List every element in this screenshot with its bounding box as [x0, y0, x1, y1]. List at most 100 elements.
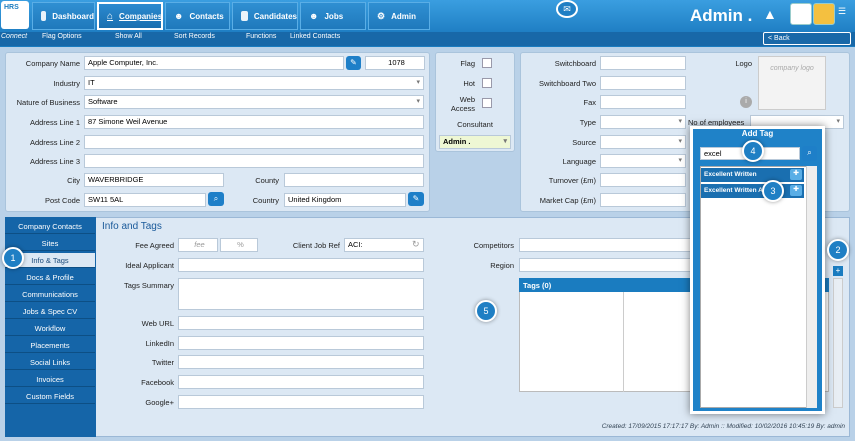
- company-name-input[interactable]: Apple Computer, Inc.: [84, 56, 344, 70]
- marketcap-label: Market Cap (£m): [539, 196, 596, 205]
- company-logo-placeholder[interactable]: company logo: [758, 56, 826, 110]
- tag-search-icon[interactable]: ⌕: [802, 146, 817, 161]
- language-select[interactable]: [600, 154, 686, 168]
- addr2-input[interactable]: [84, 135, 424, 149]
- info-icon[interactable]: i: [740, 96, 752, 108]
- company-id-field: 1078: [365, 56, 425, 70]
- app-logo[interactable]: HRS: [1, 1, 29, 29]
- show-all-link[interactable]: Show All: [115, 33, 142, 40]
- jobs-icon: ☻: [309, 11, 319, 21]
- refresh-icon[interactable]: ↻: [412, 239, 420, 250]
- industry-label: Industry: [53, 79, 80, 88]
- nav-dashboard[interactable]: Dashboard: [32, 2, 95, 30]
- edit-country-icon[interactable]: ✎: [408, 192, 424, 206]
- tab-communications[interactable]: Communications: [5, 287, 95, 302]
- tab-workflow[interactable]: Workflow: [5, 321, 95, 336]
- flag-checkbox[interactable]: [482, 58, 492, 68]
- tab-placements[interactable]: Placements: [5, 338, 95, 353]
- mail-icon[interactable]: ✉: [556, 0, 578, 18]
- addr3-input[interactable]: [84, 154, 424, 168]
- sort-records-link[interactable]: Sort Records: [174, 33, 215, 40]
- turnover-label: Turnover (£m): [548, 176, 596, 185]
- edit-icon[interactable]: ✎: [346, 56, 361, 70]
- calendar-icon[interactable]: [790, 3, 812, 25]
- fax-input[interactable]: [600, 95, 686, 109]
- bell-icon[interactable]: ▲: [763, 6, 777, 22]
- flag-label: Flag: [460, 59, 475, 68]
- nav-jobs[interactable]: ☻ Jobs: [300, 2, 366, 30]
- addr1-label: Address Line 1: [29, 118, 80, 127]
- source-select[interactable]: [600, 135, 686, 149]
- tab-company-contacts[interactable]: Company Contacts: [5, 219, 95, 234]
- functions-link[interactable]: Functions: [246, 33, 276, 40]
- client-job-ref-label: Client Job Ref: [292, 241, 340, 250]
- industry-select[interactable]: IT: [84, 76, 424, 90]
- tab-social-links[interactable]: Social Links: [5, 355, 95, 370]
- web-access-label: Web Access: [450, 95, 475, 113]
- type-select[interactable]: [600, 115, 686, 129]
- tab-custom-fields[interactable]: Custom Fields: [5, 389, 95, 404]
- side-scrollbar[interactable]: [833, 278, 843, 408]
- tags-summary-textarea[interactable]: [178, 278, 424, 310]
- switchboard2-input[interactable]: [600, 76, 686, 90]
- gear-icon: ⚙: [377, 10, 386, 21]
- tag-results-scrollbar[interactable]: [806, 166, 817, 408]
- nav-admin[interactable]: ⚙ Admin: [368, 2, 430, 30]
- avatar[interactable]: [813, 3, 835, 25]
- ideal-applicant-input[interactable]: [178, 258, 424, 272]
- marketcap-input[interactable]: [600, 193, 686, 207]
- city-input[interactable]: WAVERBRIDGE: [84, 173, 224, 187]
- addr1-input[interactable]: 87 Simone Weil Avenue: [84, 115, 424, 129]
- add-tag-title: Add Tag: [741, 129, 774, 138]
- pin-icon[interactable]: ✚: [790, 185, 802, 196]
- competitors-input[interactable]: [519, 238, 699, 252]
- footer-meta: Created: 17/09/2015 17:17:17 By: Admin :…: [601, 423, 845, 430]
- region-input[interactable]: [519, 258, 699, 272]
- nav-companies[interactable]: ⌂ Companies: [97, 2, 163, 30]
- ideal-applicant-label: Ideal Applicant: [125, 261, 174, 270]
- step-badge: 4: [742, 140, 764, 162]
- tag-result-item[interactable]: Excellent Written Arabic: [701, 184, 804, 198]
- twitter-label: Twitter: [151, 358, 174, 367]
- step-badge: 2: [827, 239, 849, 261]
- add-tag-icon[interactable]: +: [833, 266, 843, 276]
- nav-candidates[interactable]: Candidates: [232, 2, 298, 30]
- postcode-input[interactable]: SW11 5AL: [84, 193, 206, 207]
- fee-input[interactable]: fee: [178, 238, 218, 252]
- linkedin-input[interactable]: [178, 336, 424, 350]
- language-label: Language: [562, 157, 596, 166]
- home-icon: ⌂: [107, 10, 114, 22]
- percent-input[interactable]: %: [220, 238, 258, 252]
- tab-docs-profile[interactable]: Docs & Profile: [5, 270, 95, 285]
- company-name-label: Company Name: [25, 59, 80, 68]
- step-badge: 1: [2, 247, 24, 269]
- linked-contacts-link[interactable]: Linked Contacts: [290, 33, 340, 40]
- switchboard-input[interactable]: [600, 56, 686, 70]
- search-icon[interactable]: ⌕: [208, 192, 224, 206]
- type-label: Type: [579, 118, 596, 127]
- country-input[interactable]: United Kingdom: [284, 193, 406, 207]
- twitter-input[interactable]: [178, 355, 424, 369]
- nature-select[interactable]: Software: [84, 95, 424, 109]
- web-url-input[interactable]: [178, 316, 424, 330]
- turnover-input[interactable]: [600, 173, 686, 187]
- consultant-select[interactable]: Admin .: [439, 135, 511, 149]
- county-input[interactable]: [284, 173, 424, 187]
- facebook-label: Facebook: [141, 378, 174, 387]
- competitors-label: Competitors: [473, 241, 514, 250]
- user-name[interactable]: Admin .: [690, 6, 752, 26]
- pin-icon[interactable]: ✚: [790, 169, 802, 180]
- step-badge: 3: [762, 180, 784, 202]
- hot-checkbox[interactable]: [482, 78, 492, 88]
- region-label: Region: [490, 261, 514, 270]
- menu-icon[interactable]: ☰: [838, 6, 850, 20]
- nav-contacts[interactable]: ☻ Contacts: [165, 2, 230, 30]
- flag-options-link[interactable]: Flag Options: [42, 33, 82, 40]
- tab-jobs-spec-cv[interactable]: Jobs & Spec CV: [5, 304, 95, 319]
- tab-invoices[interactable]: Invoices: [5, 372, 95, 387]
- web-access-checkbox[interactable]: [482, 98, 492, 108]
- facebook-input[interactable]: [178, 375, 424, 389]
- tag-result-item[interactable]: Excellent Written: [701, 168, 804, 182]
- back-button[interactable]: < Back: [763, 32, 851, 45]
- googleplus-input[interactable]: [178, 395, 424, 409]
